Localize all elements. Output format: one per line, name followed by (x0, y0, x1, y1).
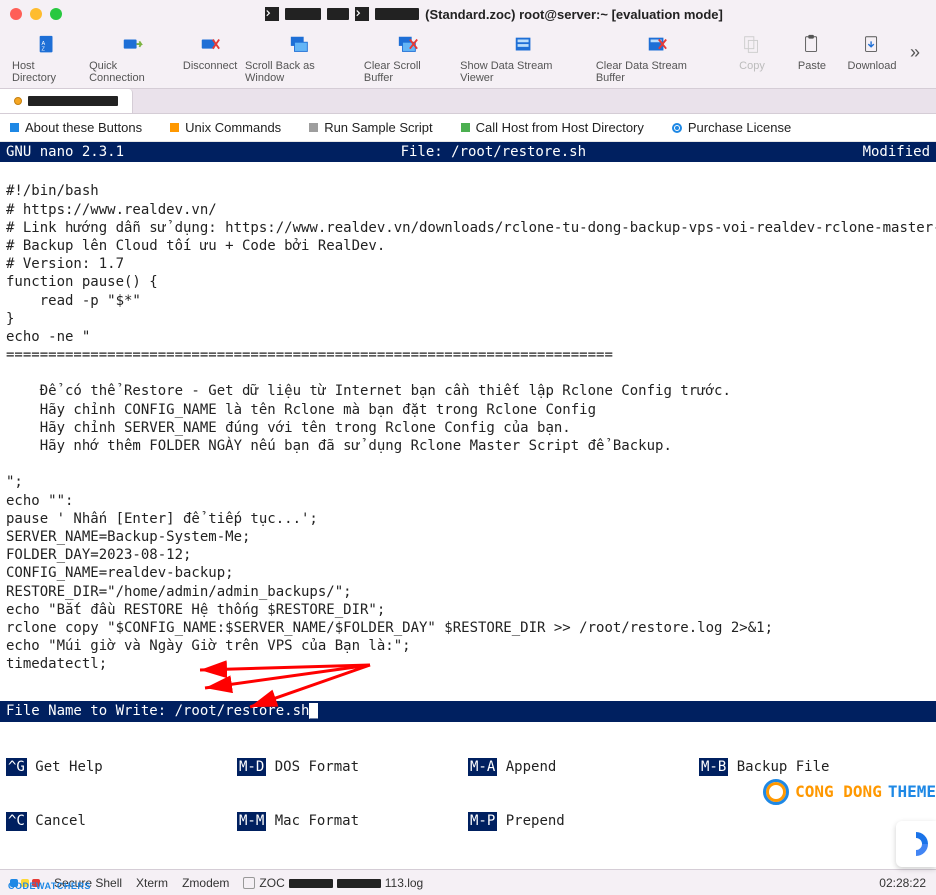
close-window-button[interactable] (10, 8, 22, 20)
download-icon (858, 34, 886, 56)
download-button[interactable]: Download (842, 34, 902, 72)
toolbar-overflow-button[interactable]: » (902, 34, 928, 71)
window-title: (Standard.zoc) root@server:~ [evaluation… (62, 7, 926, 22)
paste-button[interactable]: Paste (782, 34, 842, 72)
status-zmodem[interactable]: Zmodem (182, 876, 229, 890)
paste-icon (798, 34, 826, 56)
window-title-text: (Standard.zoc) root@server:~ [evaluation… (425, 7, 723, 22)
status-time: 02:28:22 (879, 876, 926, 890)
traffic-lights (10, 8, 62, 20)
nano-status: Modified (863, 143, 930, 161)
checkbox-icon[interactable] (243, 877, 255, 889)
host-directory-button[interactable]: AZ Host Directory (8, 34, 85, 84)
scroll-window-icon (286, 34, 314, 56)
zoom-window-button[interactable] (50, 8, 62, 20)
clear-scroll-icon (394, 34, 422, 56)
titlebar: (Standard.zoc) root@server:~ [evaluation… (0, 0, 936, 28)
copy-button: Copy (722, 34, 782, 72)
status-bar: Secure Shell Xterm Zmodem ZOC113.log 02:… (0, 869, 936, 895)
toolbar: AZ Host Directory Quick Connection Disco… (0, 28, 936, 88)
connect-icon (118, 34, 146, 56)
book-icon: AZ (33, 34, 61, 56)
clear-data-icon (643, 34, 671, 56)
terminal-view[interactable]: GNU nano 2.3.1 File: /root/restore.sh Mo… (0, 142, 936, 869)
show-data-stream-button[interactable]: Show Data Stream Viewer (456, 34, 592, 84)
site-watermark: CODEWATCHERS (8, 881, 91, 891)
tab-label (28, 96, 118, 106)
nano-header: GNU nano 2.3.1 File: /root/restore.sh Mo… (0, 142, 936, 162)
status-xterm[interactable]: Xterm (136, 876, 168, 890)
minimize-window-button[interactable] (30, 8, 42, 20)
disconnect-button[interactable]: Disconnect (179, 34, 241, 72)
disconnect-icon (196, 34, 224, 56)
tab-status-dot (14, 97, 22, 105)
terminal-icon (355, 7, 369, 21)
nano-file-body[interactable]: #!/bin/bash # https://www.realdev.vn/ # … (0, 162, 936, 701)
clear-data-stream-button[interactable]: Clear Data Stream Buffer (592, 34, 722, 84)
run-sample-script-link[interactable]: Run Sample Script (309, 120, 432, 135)
clear-scroll-button[interactable]: Clear Scroll Buffer (360, 34, 456, 84)
purchase-license-link[interactable]: Purchase License (672, 120, 791, 135)
watermark-logo: CONG DONG THEME (763, 779, 936, 805)
status-zoc[interactable]: ZOC113.log (243, 876, 423, 890)
nano-write-prompt: File Name to Write: /root/restore.sh_ (0, 701, 936, 721)
about-buttons-link[interactable]: About these Buttons (10, 120, 142, 135)
scroll-back-button[interactable]: Scroll Back as Window (241, 34, 360, 84)
copy-icon (738, 34, 766, 56)
terminal-icon (265, 7, 279, 21)
nano-file-label: File: /root/restore.sh (124, 143, 863, 161)
session-tab[interactable] (0, 89, 133, 113)
quick-connection-button[interactable]: Quick Connection (85, 34, 179, 84)
call-host-link[interactable]: Call Host from Host Directory (461, 120, 644, 135)
nano-version: GNU nano 2.3.1 (6, 143, 124, 161)
data-viewer-icon (510, 34, 538, 56)
recaptcha-badge[interactable] (896, 821, 936, 867)
tab-bar (0, 88, 936, 114)
quick-links-bar: About these Buttons Unix Commands Run Sa… (0, 114, 936, 142)
unix-commands-link[interactable]: Unix Commands (170, 120, 281, 135)
